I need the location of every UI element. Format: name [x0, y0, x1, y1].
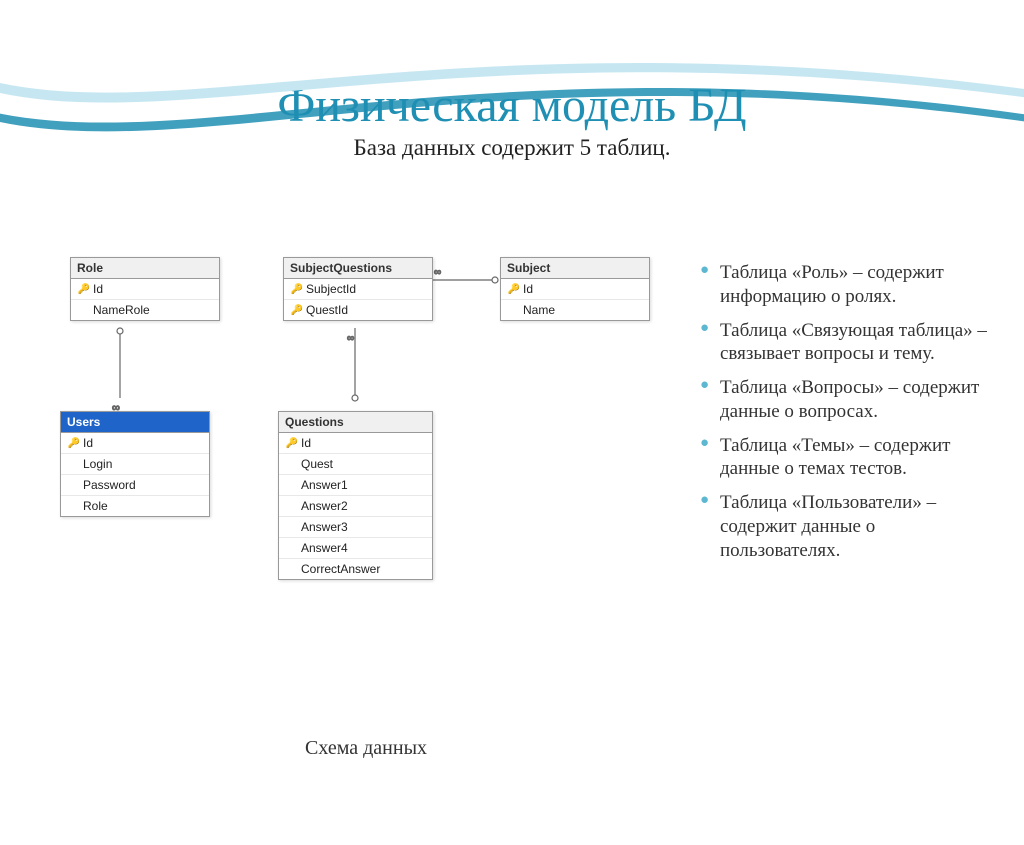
table-row: 🔑Answer3 — [279, 517, 432, 538]
field-name: Login — [83, 457, 112, 471]
bullet-list: Таблица «Роль» – содержит информацию о р… — [700, 261, 1000, 572]
table-role: Role 🔑Id 🔑NameRole — [70, 257, 220, 321]
table-row: 🔑Id — [61, 433, 209, 454]
field-name: Answer2 — [301, 499, 348, 513]
db-diagram: ∞ ∞ ∞ Role 🔑Id 🔑NameRole SubjectQuestion… — [60, 253, 690, 793]
table-users-header: Users — [61, 412, 209, 433]
list-item: Таблица «Пользователи» – содержит данные… — [700, 491, 1000, 562]
field-name: Quest — [301, 457, 333, 471]
field-name: NameRole — [93, 303, 150, 317]
svg-text:∞: ∞ — [434, 267, 441, 278]
pk-icon: 🔑 — [285, 543, 299, 554]
field-name: Id — [301, 436, 311, 450]
pk-icon: 🔑 — [67, 438, 81, 449]
slide-content: ∞ ∞ ∞ Role 🔑Id 🔑NameRole SubjectQuestion… — [0, 253, 1024, 833]
field-name: Id — [523, 282, 533, 296]
field-name: QuestId — [306, 303, 348, 317]
table-row: 🔑Id — [501, 279, 649, 300]
table-questions: Questions 🔑Id 🔑Quest 🔑Answer1 🔑Answer2 🔑… — [278, 411, 433, 580]
pk-icon: 🔑 — [285, 438, 299, 449]
pk-icon: 🔑 — [285, 564, 299, 575]
table-row: 🔑Answer4 — [279, 538, 432, 559]
table-row: 🔑QuestId — [284, 300, 432, 320]
table-row: 🔑Answer1 — [279, 475, 432, 496]
field-name: Answer1 — [301, 478, 348, 492]
pk-icon: 🔑 — [67, 459, 81, 470]
field-name: Role — [83, 499, 108, 513]
field-name: Answer3 — [301, 520, 348, 534]
page-title: Физическая модель БД — [0, 78, 1024, 133]
table-row: 🔑Quest — [279, 454, 432, 475]
pk-icon: 🔑 — [507, 305, 521, 316]
svg-text:∞: ∞ — [347, 333, 354, 344]
table-subjectquestions-header: SubjectQuestions — [284, 258, 432, 279]
field-name: Id — [83, 436, 93, 450]
field-name: Password — [83, 478, 136, 492]
table-row: 🔑Answer2 — [279, 496, 432, 517]
table-subject-header: Subject — [501, 258, 649, 279]
pk-icon: 🔑 — [77, 305, 91, 316]
table-questions-header: Questions — [279, 412, 432, 433]
table-row: 🔑NameRole — [71, 300, 219, 320]
table-row: 🔑Login — [61, 454, 209, 475]
field-name: Name — [523, 303, 555, 317]
list-item: Таблица «Роль» – содержит информацию о р… — [700, 261, 1000, 309]
table-row: 🔑CorrectAnswer — [279, 559, 432, 579]
pk-icon: 🔑 — [285, 501, 299, 512]
field-name: Id — [93, 282, 103, 296]
table-row: 🔑SubjectId — [284, 279, 432, 300]
diagram-caption: Схема данных — [305, 737, 427, 760]
table-row: 🔑Id — [71, 279, 219, 300]
table-users: Users 🔑Id 🔑Login 🔑Password 🔑Role — [60, 411, 210, 517]
field-name: Answer4 — [301, 541, 348, 555]
table-role-header: Role — [71, 258, 219, 279]
pk-icon: 🔑 — [77, 284, 91, 295]
page-subtitle: База данных содержит 5 таблиц. — [0, 135, 1024, 161]
table-subjectquestions: SubjectQuestions 🔑SubjectId 🔑QuestId — [283, 257, 433, 321]
field-name: SubjectId — [306, 282, 356, 296]
list-item: Таблица «Связующая таблица» – связывает … — [700, 319, 1000, 367]
field-name: CorrectAnswer — [301, 562, 380, 576]
pk-icon: 🔑 — [507, 284, 521, 295]
pk-icon: 🔑 — [285, 522, 299, 533]
pk-icon: 🔑 — [67, 480, 81, 491]
pk-icon: 🔑 — [290, 284, 304, 295]
table-subject: Subject 🔑Id 🔑Name — [500, 257, 650, 321]
pk-icon: 🔑 — [67, 501, 81, 512]
pk-icon: 🔑 — [290, 305, 304, 316]
table-row: 🔑Role — [61, 496, 209, 516]
list-item: Таблица «Темы» – содержит данные о темах… — [700, 434, 1000, 482]
list-item: Таблица «Вопросы» – содержит данные о во… — [700, 376, 1000, 424]
pk-icon: 🔑 — [285, 480, 299, 491]
table-row: 🔑Id — [279, 433, 432, 454]
table-row: 🔑Name — [501, 300, 649, 320]
pk-icon: 🔑 — [285, 459, 299, 470]
table-row: 🔑Password — [61, 475, 209, 496]
